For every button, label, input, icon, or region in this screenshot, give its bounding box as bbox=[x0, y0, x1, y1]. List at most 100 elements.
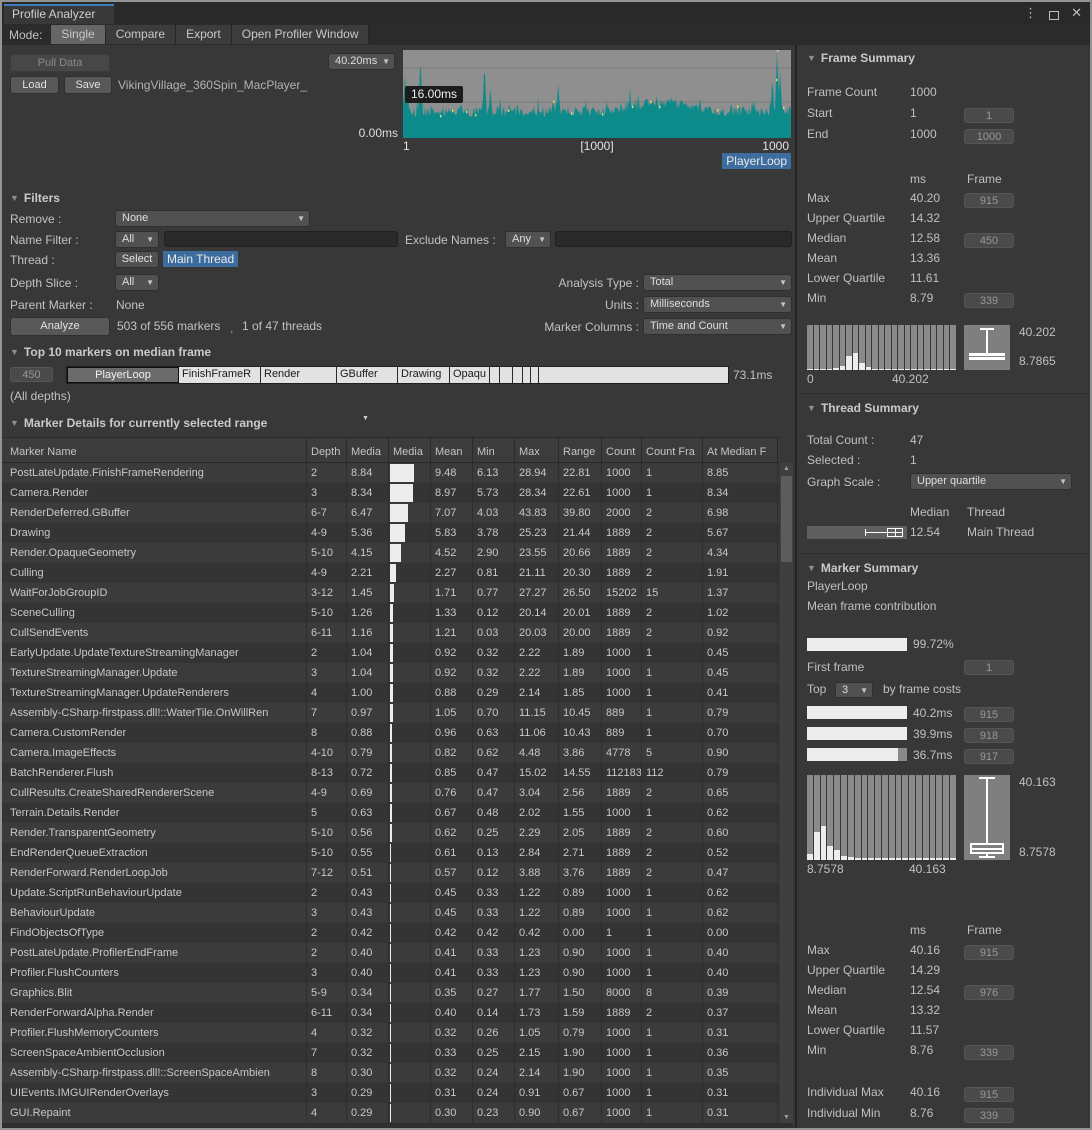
thread-select-button[interactable]: Select bbox=[115, 251, 159, 268]
goto-frame-button[interactable]: 339 bbox=[964, 1045, 1014, 1060]
analyze-button[interactable]: Analyze bbox=[10, 317, 110, 336]
goto-frame-button[interactable]: 915 bbox=[964, 193, 1014, 208]
tab-profile-analyzer[interactable]: Profile Analyzer bbox=[4, 4, 114, 24]
table-row[interactable]: Culling4-92.212.270.8121.1120.30188921.9… bbox=[2, 563, 779, 583]
table-row[interactable]: Profiler.FlushMemoryCounters40.320.320.2… bbox=[2, 1023, 779, 1043]
scroll-down-icon[interactable]: ▼ bbox=[780, 1114, 793, 1121]
table-row[interactable]: EarlyUpdate.UpdateTextureStreamingManage… bbox=[2, 643, 779, 663]
marker-columns-dropdown[interactable]: Time and Count▼ bbox=[643, 318, 792, 335]
top10-header[interactable]: ▼Top 10 markers on median frame bbox=[10, 345, 211, 359]
table-row[interactable]: RenderForward.RenderLoopJob7-120.510.570… bbox=[2, 863, 779, 883]
open-profiler-window-button[interactable]: Open Profiler Window bbox=[232, 25, 370, 44]
column-header-media[interactable]: Media bbox=[389, 438, 431, 462]
top10-segment[interactable] bbox=[539, 367, 726, 383]
maximize-icon[interactable] bbox=[1049, 11, 1059, 20]
frame-summary-header[interactable]: ▼Frame Summary bbox=[807, 51, 915, 65]
column-header-range[interactable]: Range bbox=[559, 438, 602, 462]
goto-frame-button[interactable]: 915 bbox=[964, 1087, 1014, 1102]
details-vertical-scrollbar[interactable]: ▲ ▼ bbox=[780, 463, 793, 1123]
details-table-header[interactable]: Marker NameDepthMediaMediaMeanMinMaxRang… bbox=[2, 437, 779, 463]
table-row[interactable]: TextureStreamingManager.UpdateRenderers4… bbox=[2, 683, 779, 703]
export-button[interactable]: Export bbox=[176, 25, 232, 44]
table-row[interactable]: Render.TransparentGeometry5-100.560.620.… bbox=[2, 823, 779, 843]
column-header-marker-name[interactable]: Marker Name bbox=[2, 438, 307, 462]
graph-scale-dropdown[interactable]: 40.20ms▼ bbox=[328, 53, 395, 70]
goto-frame-button[interactable]: 976 bbox=[964, 985, 1014, 1000]
table-row[interactable]: Terrain.Details.Render50.630.670.482.021… bbox=[2, 803, 779, 823]
table-row[interactable]: UIEvents.IMGUIRenderOverlays30.290.310.2… bbox=[2, 1083, 779, 1103]
top10-segment[interactable]: FinishFrameR bbox=[179, 367, 261, 383]
table-row[interactable]: CullSendEvents6-111.161.210.0320.0320.00… bbox=[2, 623, 779, 643]
goto-frame-button[interactable]: 1 bbox=[964, 108, 1014, 123]
scroll-up-icon[interactable]: ▲ bbox=[780, 465, 793, 472]
first-frame-button[interactable]: 1 bbox=[964, 660, 1014, 675]
column-header-min[interactable]: Min bbox=[473, 438, 515, 462]
goto-frame-button[interactable]: 918 bbox=[964, 728, 1014, 743]
column-header-max[interactable]: Max bbox=[515, 438, 559, 462]
table-row[interactable]: CullResults.CreateSharedRendererScene4-9… bbox=[2, 783, 779, 803]
table-row[interactable]: ScreenSpaceAmbientOcclusion70.320.330.25… bbox=[2, 1043, 779, 1063]
goto-frame-button[interactable]: 917 bbox=[964, 749, 1014, 764]
table-row[interactable]: BehaviourUpdate30.430.450.331.220.891000… bbox=[2, 903, 779, 923]
top10-segment[interactable] bbox=[500, 367, 513, 383]
table-row[interactable]: Assembly-CSharp-firstpass.dll!::WaterTil… bbox=[2, 703, 779, 723]
close-icon[interactable]: ✕ bbox=[1071, 4, 1082, 22]
depth-slice-dropdown[interactable]: All▼ bbox=[115, 274, 159, 291]
table-row[interactable]: BatchRenderer.Flush8-130.720.850.4715.02… bbox=[2, 763, 779, 783]
column-header-count-fra[interactable]: Count Fra bbox=[642, 438, 703, 462]
table-row[interactable]: Render.OpaqueGeometry5-104.154.522.9023.… bbox=[2, 543, 779, 563]
mode-compare-button[interactable]: Compare bbox=[106, 25, 176, 44]
table-row[interactable]: TextureStreamingManager.Update31.040.920… bbox=[2, 663, 779, 683]
save-button[interactable]: Save bbox=[64, 76, 112, 94]
table-row[interactable]: RenderDeferred.GBuffer6-76.477.074.0343.… bbox=[2, 503, 779, 523]
top10-segment[interactable] bbox=[523, 367, 531, 383]
table-row[interactable]: PostLateUpdate.ProfilerEndFrame20.400.41… bbox=[2, 943, 779, 963]
name-filter-mode-dropdown[interactable]: All▼ bbox=[115, 231, 159, 248]
top10-segment[interactable]: Render bbox=[261, 367, 337, 383]
top-n-dropdown[interactable]: 3▼ bbox=[835, 682, 873, 698]
marker-details-header[interactable]: ▼Marker Details for currently selected r… bbox=[10, 416, 267, 430]
table-row[interactable]: Camera.CustomRender80.880.960.6311.0610.… bbox=[2, 723, 779, 743]
goto-frame-button[interactable]: 339 bbox=[964, 293, 1014, 308]
top10-segment[interactable] bbox=[490, 367, 500, 383]
column-header-count[interactable]: Count bbox=[602, 438, 642, 462]
thread-selection-chip[interactable]: Main Thread bbox=[163, 251, 238, 267]
table-row[interactable]: Update.ScriptRunBehaviourUpdate20.430.45… bbox=[2, 883, 779, 903]
exclude-names-input[interactable] bbox=[555, 231, 792, 247]
top10-segment[interactable]: GBuffer bbox=[337, 367, 398, 383]
kebab-menu-icon[interactable]: ⋮ bbox=[1024, 4, 1037, 22]
column-header-mean[interactable]: Mean bbox=[431, 438, 473, 462]
top10-segment[interactable]: Drawing bbox=[398, 367, 450, 383]
units-dropdown[interactable]: Milliseconds▼ bbox=[643, 296, 792, 313]
table-row[interactable]: WaitForJobGroupID3-121.451.710.7727.2726… bbox=[2, 583, 779, 603]
table-row[interactable]: GUI.Repaint40.290.300.230.900.67100010.3… bbox=[2, 1103, 779, 1123]
table-row[interactable]: Camera.ImageEffects4-100.790.820.624.483… bbox=[2, 743, 779, 763]
top10-segment[interactable]: PlayerLoop bbox=[67, 367, 179, 383]
exclude-mode-dropdown[interactable]: Any▼ bbox=[505, 231, 551, 248]
top10-segment[interactable] bbox=[531, 367, 539, 383]
table-row[interactable]: SceneCulling5-101.261.330.1220.1420.0118… bbox=[2, 603, 779, 623]
table-row[interactable]: Camera.Render38.348.975.7328.3422.611000… bbox=[2, 483, 779, 503]
goto-frame-button[interactable]: 915 bbox=[964, 945, 1014, 960]
pull-data-button[interactable]: Pull Data bbox=[10, 54, 110, 72]
table-row[interactable]: FindObjectsOfType20.420.420.420.420.0011… bbox=[2, 923, 779, 943]
graph-scale-mode-dropdown[interactable]: Upper quartile▼ bbox=[910, 473, 1072, 490]
scrollbar-thumb[interactable] bbox=[781, 476, 792, 562]
goto-frame-button[interactable]: 450 bbox=[964, 233, 1014, 248]
top10-marker-bar[interactable]: PlayerLoopFinishFrameRRenderGBufferDrawi… bbox=[66, 366, 729, 384]
table-row[interactable]: PostLateUpdate.FinishFrameRendering28.84… bbox=[2, 463, 779, 483]
name-filter-input[interactable] bbox=[164, 231, 398, 247]
column-header-depth[interactable]: Depth bbox=[307, 438, 347, 462]
marker-summary-header[interactable]: ▼Marker Summary bbox=[807, 561, 918, 575]
table-row[interactable]: Profiler.FlushCounters30.400.410.331.230… bbox=[2, 963, 779, 983]
column-header-at-median-f[interactable]: At Median F bbox=[703, 438, 778, 462]
remove-dropdown[interactable]: None▼ bbox=[115, 210, 310, 227]
top10-frame-button[interactable]: 450 bbox=[10, 367, 53, 382]
goto-frame-button[interactable]: 915 bbox=[964, 707, 1014, 722]
table-row[interactable]: RenderForwardAlpha.Render6-110.340.400.1… bbox=[2, 1003, 779, 1023]
thread-summary-header[interactable]: ▼Thread Summary bbox=[807, 401, 919, 415]
top10-segment[interactable]: Opaqu bbox=[450, 367, 490, 383]
selected-marker-chip[interactable]: PlayerLoop bbox=[722, 153, 791, 169]
table-row[interactable]: Graphics.Blit5-90.340.350.271.771.508000… bbox=[2, 983, 779, 1003]
load-button[interactable]: Load bbox=[10, 76, 59, 94]
